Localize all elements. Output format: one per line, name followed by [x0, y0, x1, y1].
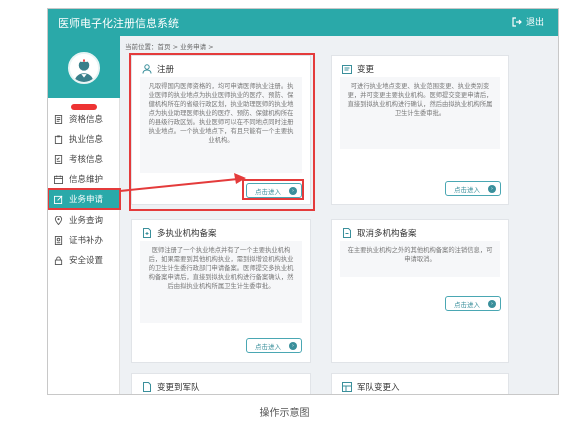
- card-multi-desc: 医师注册了一个执业地点并有了一个主要执业机构后，如果需要到其他机构执业，需到拟增…: [140, 241, 302, 323]
- sidebar-item-label: 执业信息: [69, 135, 104, 145]
- logout-icon: [512, 16, 522, 27]
- app-title: 医师电子化注册信息系统: [58, 17, 179, 30]
- sidebar-item-assessment[interactable]: 考核信息: [48, 149, 120, 169]
- card-multi-header: 多执业机构备案: [142, 227, 217, 239]
- card-change-title: 变更: [357, 65, 375, 75]
- document-icon: [54, 114, 63, 124]
- multi-enter-button[interactable]: 点击进入 ›: [246, 338, 302, 353]
- clipboard-icon: [54, 134, 63, 144]
- card-army-change-title: 军队变更入: [357, 383, 400, 393]
- breadcrumb: 当前位置：首页 > 业务申请 >: [125, 43, 214, 51]
- sidebar-item-label: 信息维护: [69, 175, 104, 185]
- card-army-change: 军队变更入: [331, 373, 509, 394]
- checklist-icon: [54, 154, 63, 164]
- sidebar-item-business-query[interactable]: 业务查询: [48, 210, 120, 230]
- document-add-icon: [143, 228, 151, 238]
- profile-area: [48, 36, 120, 98]
- doctor-avatar-icon: [70, 54, 98, 82]
- sidebar-item-practice[interactable]: 执业信息: [48, 129, 120, 149]
- edit-icon: [54, 195, 63, 204]
- arrow-right-icon: ›: [488, 299, 496, 308]
- sidebar-item-business-apply[interactable]: 业务申请: [48, 188, 121, 210]
- card-cancel-multi: 取消多机构备案 在主要执业机构之外的其他机构备案的注销信息，可申请取消。 点击进…: [331, 219, 509, 363]
- button-label: 点击进入: [454, 300, 480, 309]
- sidebar-item-label: 证书补办: [69, 236, 104, 246]
- card-army-change-header: 军队变更入: [342, 381, 400, 393]
- sidebar-item-label: 资格信息: [69, 115, 104, 125]
- cancel-enter-button[interactable]: 点击进入 ›: [445, 296, 501, 311]
- avatar: [68, 52, 100, 84]
- arrow-right-icon: ›: [289, 341, 297, 350]
- sidebar-item-certificate[interactable]: 证书补办: [48, 230, 120, 250]
- sidebar: 资格信息 执业信息 考核信息 信息维护 业务申请 业务查询 证书补办 安全设置: [48, 36, 121, 394]
- lock-icon: [54, 255, 63, 265]
- card-change: 变更 可进行执业地点变更、执业范围变更、执业类别变更，并可变更主要执业机构。医师…: [331, 55, 509, 205]
- app-window: 医师电子化注册信息系统 退出 资格信息 执业信息 考核信息 信息维护 业务申请 …: [47, 8, 559, 395]
- card-to-army-header: 变更到军队: [142, 381, 200, 393]
- logout-label: 退出: [525, 18, 544, 28]
- arrow-right-icon: ›: [488, 184, 496, 193]
- document-icon: [143, 382, 151, 392]
- card-change-header: 变更: [342, 63, 374, 75]
- card-cancel-desc: 在主要执业机构之外的其他机构备案的注销信息，可申请取消。: [340, 241, 500, 277]
- button-label: 点击进入: [454, 185, 480, 194]
- card-multi-title: 多执业机构备案: [157, 229, 217, 239]
- button-label: 点击进入: [255, 342, 281, 351]
- top-bar: 医师电子化注册信息系统 退出: [48, 9, 558, 36]
- caption: 操作示意图: [259, 408, 310, 419]
- sidebar-item-label: 考核信息: [69, 155, 104, 165]
- sidebar-item-maintenance[interactable]: 信息维护: [48, 169, 120, 189]
- document-remove-icon: [343, 228, 351, 238]
- card-cancel-header: 取消多机构备案: [342, 227, 417, 239]
- card-change-desc: 可进行执业地点变更、执业范围变更、执业类别变更，并可变更主要执业机构。医师提交变…: [340, 77, 500, 149]
- card-multi-institution: 多执业机构备案 医师注册了一个执业地点并有了一个主要执业机构后，如果需要到其他机…: [131, 219, 311, 363]
- card-cancel-title: 取消多机构备案: [357, 229, 417, 239]
- grid-icon: [342, 382, 352, 392]
- sidebar-item-label: 安全设置: [69, 256, 104, 266]
- sidebar-item-security[interactable]: 安全设置: [48, 250, 120, 270]
- location-icon: [54, 215, 63, 225]
- card-to-army-title: 变更到军队: [157, 383, 200, 393]
- certificate-icon: [54, 235, 63, 245]
- sidebar-item-label: 业务申请: [69, 195, 104, 205]
- calendar-icon: [54, 174, 63, 184]
- edit-form-icon: [342, 65, 352, 74]
- card-to-army: 变更到军队: [131, 373, 311, 394]
- button-highlight: [242, 179, 304, 200]
- sidebar-item-label: 业务查询: [69, 216, 104, 226]
- sidebar-item-qualification[interactable]: 资格信息: [48, 109, 120, 129]
- logout-button[interactable]: 退出: [512, 15, 544, 28]
- change-enter-button[interactable]: 点击进入 ›: [445, 181, 501, 196]
